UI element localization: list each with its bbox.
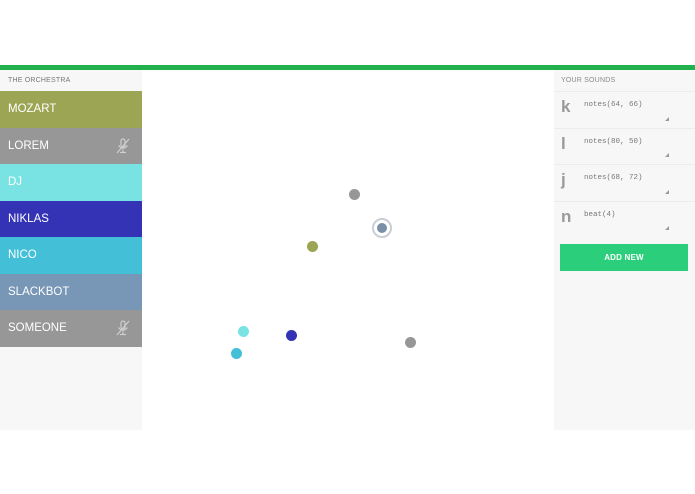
sound-item: k notes(64, 66) — [554, 91, 695, 128]
player-name: NIKLAS — [8, 212, 49, 225]
sound-key: k — [561, 97, 571, 116]
resize-handle-icon[interactable] — [665, 153, 669, 157]
resize-handle-icon[interactable] — [665, 189, 669, 194]
sound-code-editor[interactable]: notes(68, 72) — [584, 174, 643, 182]
player-name: NICO — [8, 249, 37, 261]
sounds-panel: YOUR SOUNDS k notes(64, 66) l notes(80, … — [554, 70, 695, 430]
player-lorem[interactable]: LOREM — [0, 127, 142, 164]
player-mozart[interactable]: MOZART — [0, 91, 142, 128]
sound-key: n — [561, 206, 572, 226]
player-dot-mozart[interactable] — [307, 241, 318, 252]
sound-key: l — [561, 133, 566, 153]
player-name: LOREM — [8, 139, 49, 152]
player-dot-self[interactable] — [372, 218, 392, 238]
sound-code-editor[interactable]: notes(80, 50) — [584, 138, 643, 146]
orchestra-panel: THE ORCHESTRA MOZART LOREM DJ NIKLAS NIC… — [0, 70, 142, 430]
sound-code-editor[interactable]: notes(64, 66) — [584, 101, 643, 109]
resize-handle-icon[interactable] — [665, 226, 669, 230]
player-slackbot[interactable]: SLACKBOT — [0, 273, 142, 310]
player-name: DJ — [8, 176, 23, 188]
resize-handle-icon[interactable] — [665, 116, 669, 121]
sound-item: l notes(80, 50) — [554, 127, 695, 165]
player-dot-slackbot — [377, 223, 387, 233]
orchestra-stage[interactable] — [142, 70, 554, 430]
player-dot-someone[interactable] — [405, 337, 416, 348]
player-niklas[interactable]: NIKLAS — [0, 200, 142, 237]
player-nico[interactable]: NICO — [0, 237, 142, 274]
player-someone[interactable]: SOMEONE — [0, 310, 142, 347]
player-dot-lorem[interactable] — [349, 189, 360, 200]
orchestra-header: THE ORCHESTRA — [8, 77, 71, 84]
mic-muted-icon[interactable] — [114, 319, 132, 337]
add-new-button[interactable]: ADD NEW — [560, 244, 688, 271]
player-dot-dj[interactable] — [238, 326, 249, 337]
player-name: SLACKBOT — [8, 285, 70, 298]
player-dot-niklas[interactable] — [286, 330, 297, 341]
sound-item: n beat(4) — [554, 200, 695, 238]
player-dj[interactable]: DJ — [0, 164, 142, 201]
player-name: SOMEONE — [8, 322, 67, 334]
mic-muted-icon[interactable] — [114, 137, 132, 155]
player-name: MOZART — [8, 103, 57, 115]
sound-item: j notes(68, 72) — [554, 164, 695, 201]
sounds-header: YOUR SOUNDS — [561, 77, 616, 84]
sound-code-editor[interactable]: beat(4) — [584, 211, 616, 219]
player-dot-nico[interactable] — [231, 348, 242, 359]
sound-key: j — [561, 170, 566, 189]
